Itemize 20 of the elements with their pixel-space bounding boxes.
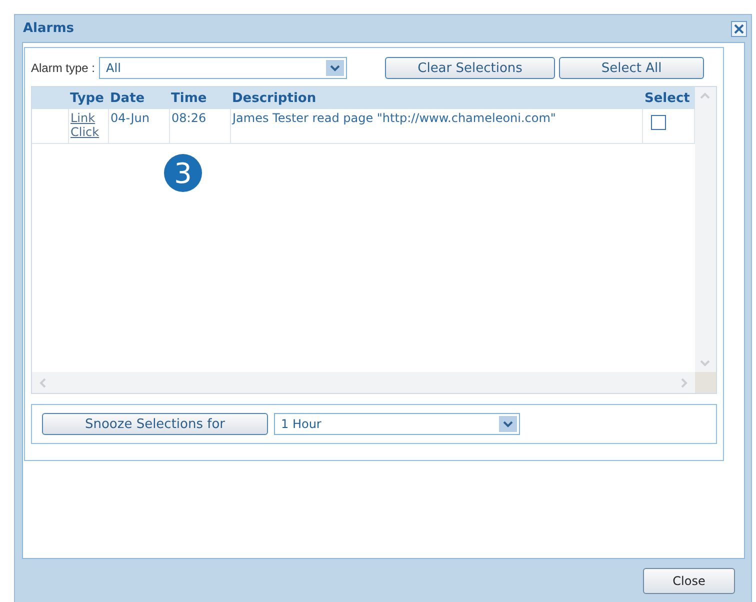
alarm-type-dropdown[interactable]: All — [99, 57, 348, 79]
snooze-duration-dropdown[interactable]: 1 Hour — [274, 413, 520, 435]
column-header: Date — [108, 87, 169, 109]
column-header: Description — [230, 87, 642, 109]
table-cell: James Tester read page "http://www.chameleoni.com" — [230, 109, 642, 144]
clear-selections-button[interactable]: Clear Selections — [385, 57, 556, 79]
select-all-button[interactable]: Select All — [559, 57, 704, 79]
column-header: Select — [642, 87, 694, 109]
alarm-type-label: Alarm type : — [31, 61, 96, 75]
select-checkbox[interactable] — [651, 115, 666, 130]
close-button[interactable]: Close — [643, 568, 735, 594]
table-cell: 08:26 — [169, 109, 230, 144]
close-icon[interactable] — [731, 20, 747, 36]
snooze-button[interactable]: Snooze Selections for — [42, 413, 268, 435]
table-cell: 04-Jun — [108, 109, 169, 144]
column-header: Type — [68, 87, 108, 109]
column-header: Time — [169, 87, 230, 109]
window-title: Alarms — [23, 21, 74, 36]
scrollbar-corner — [695, 372, 716, 393]
type-link[interactable]: Link Click — [70, 111, 104, 139]
